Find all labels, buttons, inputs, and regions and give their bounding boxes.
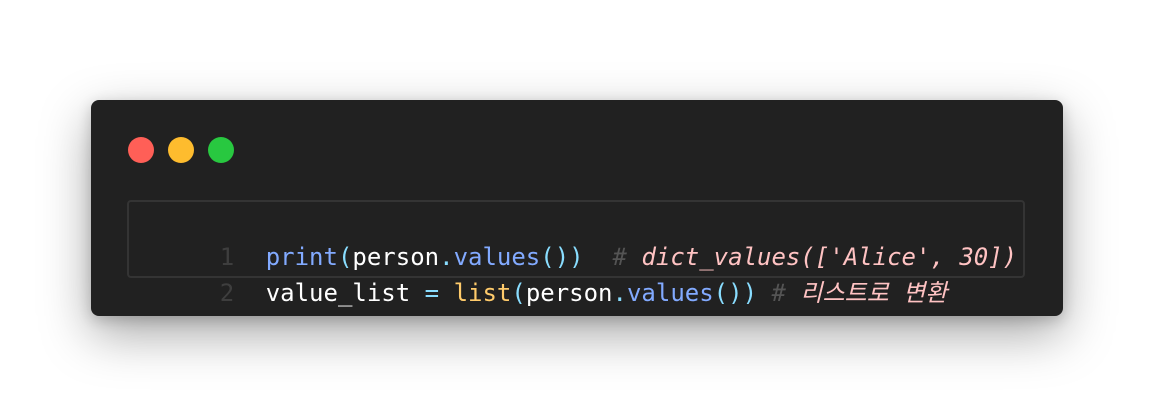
code-token: ()) [713, 279, 758, 307]
code-token: ( [511, 279, 526, 307]
window-controls [128, 137, 234, 163]
code-comment: 리스트로 변환 [800, 279, 948, 307]
maximize-button[interactable] [208, 137, 234, 163]
code-line-1: 1 print(person.values()) # dict_values(['… [129, 206, 1017, 271]
code-token: person [525, 279, 613, 307]
line-number: 2 [219, 279, 235, 307]
code-token: value_list [265, 279, 411, 307]
code-token: # [771, 279, 801, 307]
code-line-2: 2 value_list = list(person.values()) # 리스… [129, 242, 948, 307]
code-token: list [453, 279, 512, 307]
code-block[interactable]: 1 print(person.values()) # dict_values(['… [127, 200, 1025, 307]
code-window: 1 print(person.values()) # dict_values(['… [91, 100, 1063, 316]
code-token: . [612, 279, 627, 307]
close-button[interactable] [128, 137, 154, 163]
minimize-button[interactable] [168, 137, 194, 163]
code-token: values [626, 279, 714, 307]
code-token: = [424, 279, 440, 307]
